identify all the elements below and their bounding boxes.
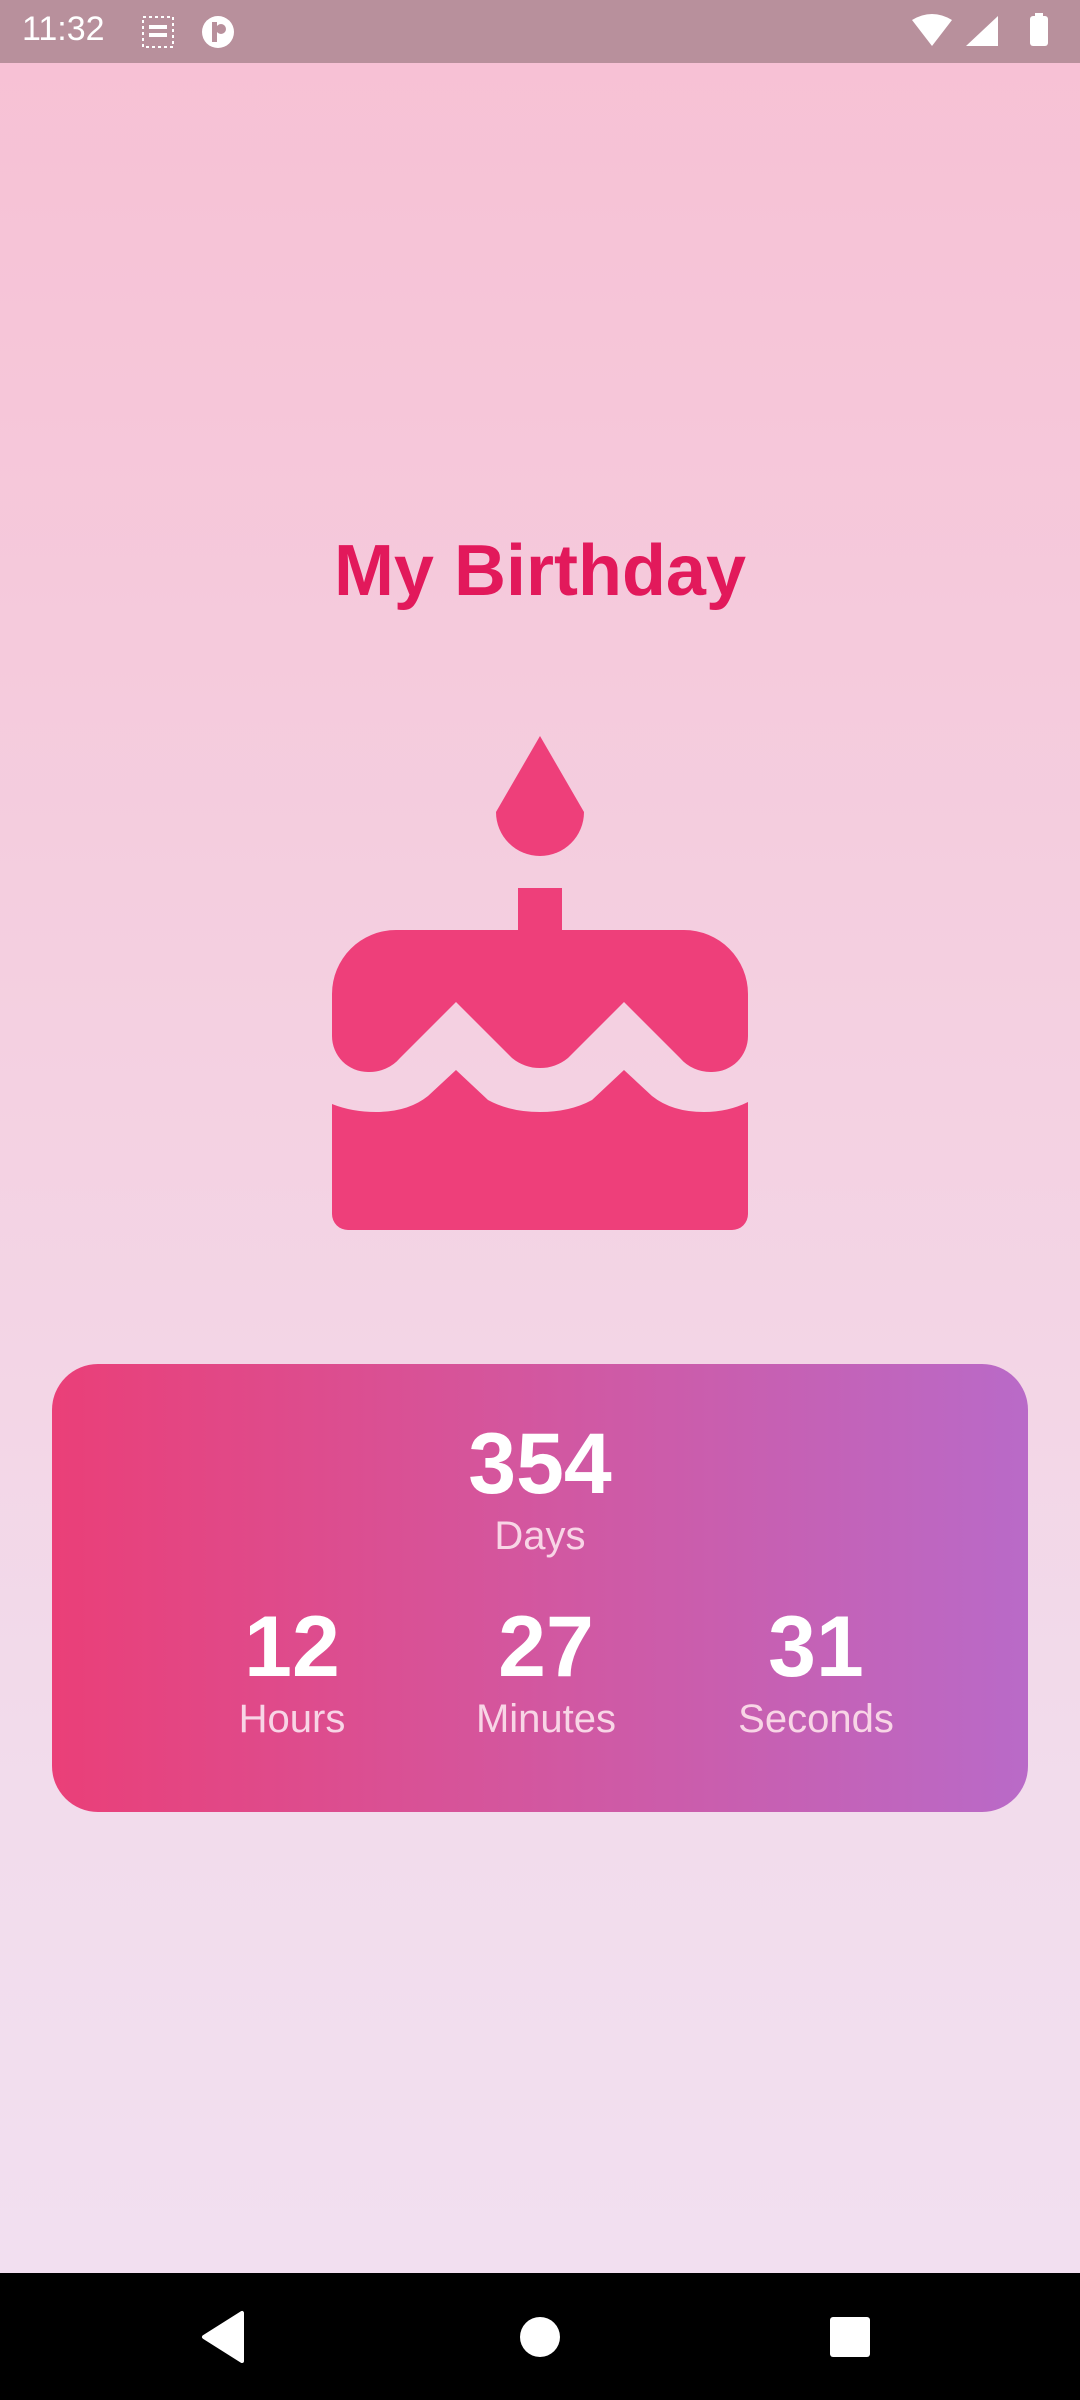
status-time: 11:32 <box>22 10 105 48</box>
page-title: My Birthday <box>333 531 747 611</box>
cake-icon <box>332 736 748 1230</box>
hours-unit: 12 Hours <box>192 1599 392 1743</box>
app-notification-icon <box>202 16 234 48</box>
birthday-notification-icon <box>142 16 174 48</box>
status-right-group <box>910 12 1060 52</box>
back-icon[interactable] <box>190 2301 262 2373</box>
home-icon[interactable] <box>504 2301 576 2373</box>
battery-icon <box>1030 16 1048 46</box>
days-unit: 354 Days <box>430 1416 650 1560</box>
hours-value: 12 <box>244 1599 340 1695</box>
cellular-signal-icon <box>966 16 998 46</box>
status-bar: 11:32 <box>0 0 1080 63</box>
wifi-icon <box>912 14 952 46</box>
countdown-card: 354 Days 12 Hours 27 Minutes 31 Seconds <box>52 1364 1028 1812</box>
navigation-bar <box>0 2273 1080 2400</box>
seconds-label: Seconds <box>738 1697 894 1741</box>
seconds-unit: 31 Seconds <box>696 1599 936 1743</box>
days-value: 354 <box>468 1416 612 1512</box>
screen: 11:32 My Birthday 354 Days 12 Hours 27 M… <box>0 0 1080 2400</box>
minutes-value: 27 <box>498 1599 594 1695</box>
system-status-icons <box>912 13 1048 46</box>
seconds-value: 31 <box>768 1599 864 1695</box>
days-label: Days <box>494 1514 586 1558</box>
recents-icon[interactable] <box>814 2301 886 2373</box>
minutes-unit: 27 Minutes <box>426 1599 666 1743</box>
minutes-label: Minutes <box>475 1697 617 1741</box>
hours-label: Hours <box>238 1697 346 1741</box>
